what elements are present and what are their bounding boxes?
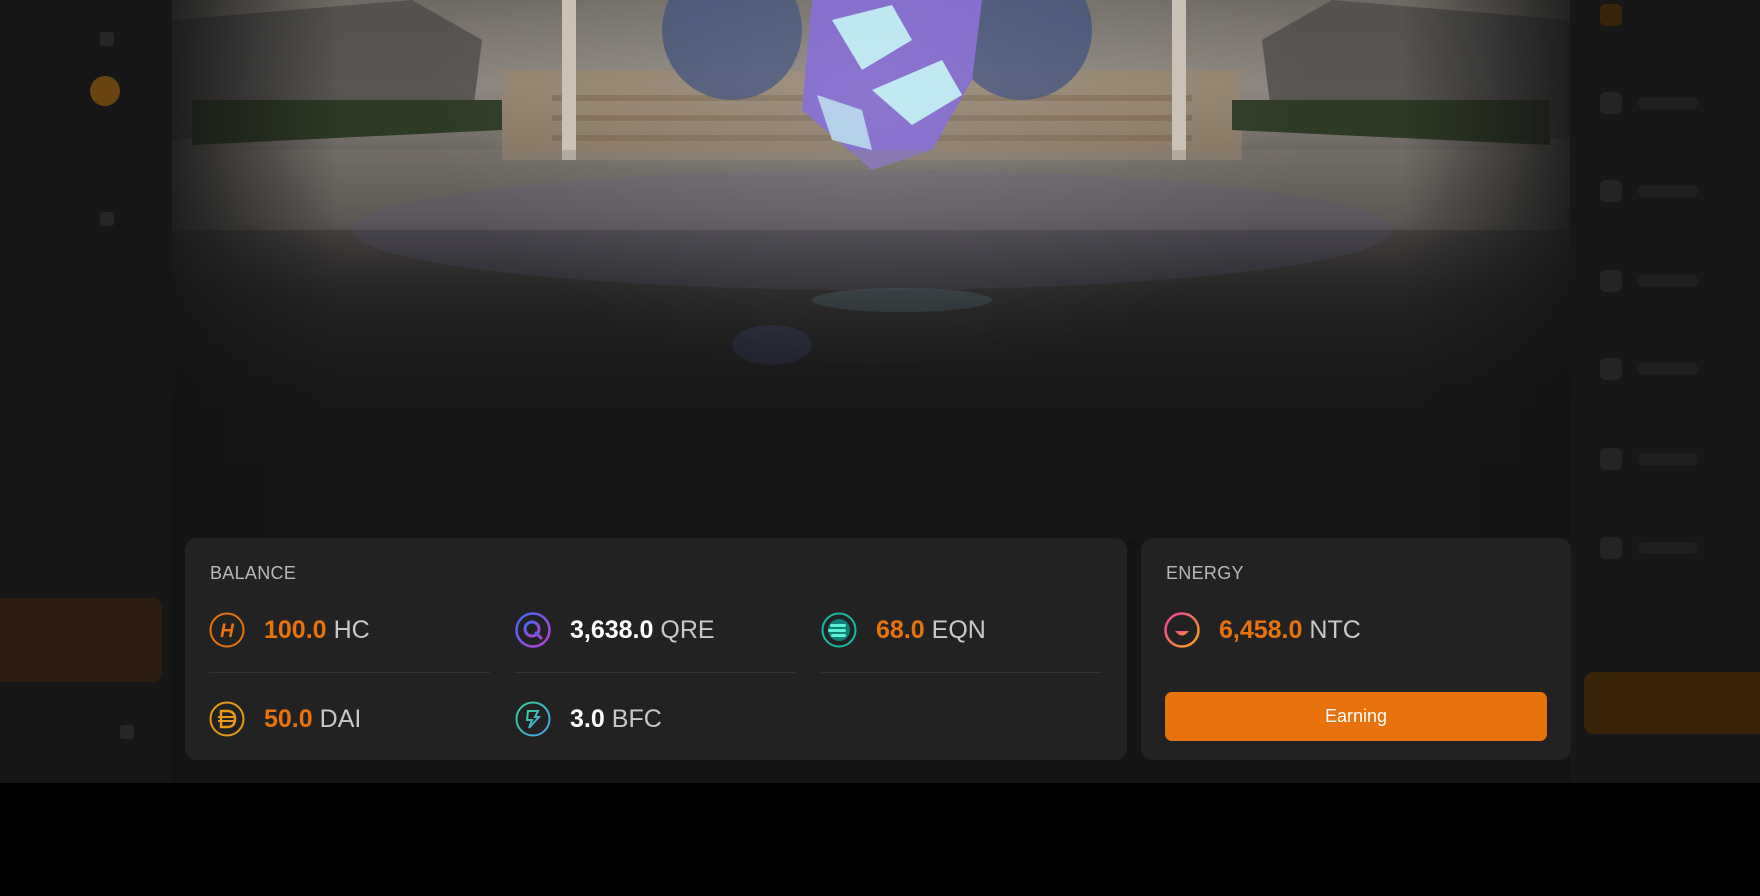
sidebar-action-button[interactable] (1584, 672, 1760, 734)
menu-item-icon[interactable] (1600, 180, 1622, 202)
token-qre: 3,638.0 QRE (515, 612, 715, 648)
balance-panel: BALANCE H 100.0 HC 3,638.0 QRE 68.0 EQN … (185, 538, 1127, 760)
token-symbol: HC (333, 615, 370, 644)
token-symbol: BFC (611, 704, 662, 733)
hero-vignette (172, 0, 1570, 540)
token-amount: 68.0 (876, 615, 925, 644)
token-bfc: 3.0 BFC (515, 701, 662, 737)
token-amount: 3.0 (570, 704, 605, 733)
token-dai: 50.0 DAI (209, 701, 361, 737)
sidebar-item-icon[interactable] (100, 212, 114, 226)
right-sidebar (1570, 0, 1760, 783)
row-divider (209, 672, 490, 673)
menu-item-label[interactable] (1638, 453, 1698, 465)
balance-title: BALANCE (210, 563, 297, 583)
ntc-coin-icon (1164, 612, 1200, 648)
menu-item-label[interactable] (1638, 542, 1698, 554)
dai-coin-icon (209, 701, 245, 737)
token-symbol: QRE (660, 615, 715, 644)
bfc-coin-icon (515, 701, 551, 737)
menu-item-label[interactable] (1638, 185, 1698, 197)
menu-item-icon[interactable] (1600, 537, 1622, 559)
token-ntc: 6,458.0 NTC (1164, 612, 1361, 648)
menu-item-icon[interactable] (1600, 448, 1622, 470)
row-divider (821, 672, 1102, 673)
qre-coin-icon (515, 612, 551, 648)
sidebar-coin-icon[interactable] (90, 76, 120, 106)
token-symbol: NTC (1309, 615, 1361, 644)
eqn-coin-icon (821, 612, 857, 648)
token-eqn: 68.0 EQN (821, 612, 986, 648)
sidebar-item-icon[interactable] (120, 725, 134, 739)
sidebar-item-icon[interactable] (100, 32, 114, 46)
energy-title: ENERGY (1166, 563, 1244, 583)
svg-text:H: H (220, 621, 235, 642)
token-amount: 50.0 (264, 704, 313, 733)
menu-item-icon[interactable] (1600, 92, 1622, 114)
hero-scene-image (172, 0, 1570, 540)
token-symbol: DAI (319, 704, 362, 733)
left-sidebar (0, 0, 172, 783)
menu-item-icon[interactable] (1600, 4, 1622, 26)
menu-item-icon[interactable] (1600, 358, 1622, 380)
token-amount: 6,458.0 (1219, 615, 1303, 644)
energy-panel: ENERGY 6,458.0 NTC Earning (1141, 538, 1571, 760)
hc-coin-icon: H (209, 612, 245, 648)
menu-item-label[interactable] (1638, 363, 1698, 375)
token-amount: 3,638.0 (570, 615, 654, 644)
earning-button[interactable]: Earning (1165, 692, 1547, 741)
menu-item-icon[interactable] (1600, 270, 1622, 292)
token-amount: 100.0 (264, 615, 327, 644)
token-hc: H 100.0 HC (209, 612, 370, 648)
menu-item-label[interactable] (1638, 97, 1698, 109)
menu-item-label[interactable] (1638, 275, 1698, 287)
token-symbol: EQN (931, 615, 986, 644)
sidebar-active-item[interactable] (0, 598, 162, 682)
app-window: BALANCE H 100.0 HC 3,638.0 QRE 68.0 EQN … (0, 0, 1760, 783)
row-divider (515, 672, 796, 673)
